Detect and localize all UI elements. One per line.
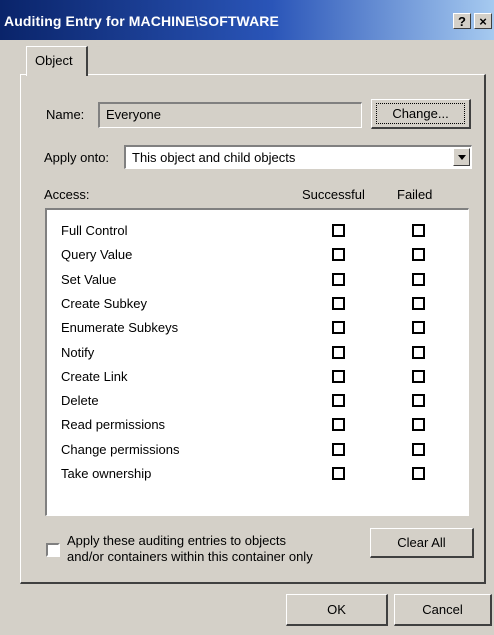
apply-to-children-checkbox[interactable] bbox=[46, 543, 60, 557]
change-button[interactable]: Change... bbox=[371, 99, 471, 129]
access-permission-label: Enumerate Subkeys bbox=[61, 320, 179, 336]
name-label: Name: bbox=[46, 107, 85, 122]
failed-checkbox[interactable] bbox=[412, 467, 425, 480]
access-row: Read permissions bbox=[47, 412, 467, 436]
successful-checkbox[interactable] bbox=[332, 418, 345, 432]
access-row: Delete bbox=[47, 388, 467, 412]
successful-checkbox[interactable] bbox=[332, 345, 345, 359]
access-row: Create Subkey bbox=[47, 291, 467, 315]
failed-checkbox[interactable] bbox=[412, 272, 425, 286]
close-icon[interactable]: × bbox=[474, 13, 492, 29]
access-permission-label: Set Value bbox=[61, 271, 117, 287]
tab-object-label: Object bbox=[35, 53, 73, 68]
cancel-button[interactable]: Cancel bbox=[394, 594, 492, 626]
successful-checkbox[interactable] bbox=[332, 369, 345, 383]
access-permission-label: Query Value bbox=[61, 247, 133, 263]
failed-column-header: Failed bbox=[397, 187, 433, 202]
access-row: Take ownership bbox=[47, 461, 467, 485]
failed-checkbox[interactable] bbox=[412, 394, 425, 408]
auditing-entry-dialog: Auditing Entry for MACHINE\SOFTWARE ? × … bbox=[0, 0, 494, 635]
successful-checkbox[interactable] bbox=[332, 442, 345, 456]
access-row: Set Value bbox=[47, 267, 467, 291]
successful-checkbox[interactable] bbox=[332, 296, 345, 310]
failed-checkbox[interactable] bbox=[412, 224, 425, 237]
access-label: Access: bbox=[44, 187, 90, 202]
successful-checkbox[interactable] bbox=[332, 272, 345, 286]
successful-checkbox[interactable] bbox=[332, 321, 345, 335]
failed-checkbox[interactable] bbox=[412, 369, 425, 383]
access-row: Change permissions bbox=[47, 437, 467, 461]
failed-checkbox[interactable] bbox=[412, 442, 425, 456]
access-permission-label: Read permissions bbox=[61, 417, 166, 433]
failed-checkbox[interactable] bbox=[412, 418, 425, 432]
ok-button[interactable]: OK bbox=[286, 594, 388, 626]
access-row: Notify bbox=[47, 340, 467, 364]
access-permission-label: Full Control bbox=[61, 223, 128, 238]
successful-checkbox[interactable] bbox=[332, 224, 345, 237]
access-row: Query Value bbox=[47, 242, 467, 266]
access-permission-label: Notify bbox=[61, 344, 95, 360]
access-permission-label: Create Link bbox=[61, 368, 128, 384]
successful-checkbox[interactable] bbox=[332, 394, 345, 408]
apply-checkbox-line2: and/or containers within this container … bbox=[67, 549, 313, 564]
apply-onto-label: Apply onto: bbox=[44, 150, 110, 165]
tab-object[interactable]: Object bbox=[26, 46, 88, 76]
chevron-down-icon[interactable] bbox=[453, 148, 470, 166]
window-title: Auditing Entry for MACHINE\SOFTWARE bbox=[4, 13, 279, 29]
help-icon[interactable]: ? bbox=[453, 13, 471, 29]
successful-checkbox[interactable] bbox=[332, 248, 345, 262]
access-permission-label: Delete bbox=[61, 393, 99, 409]
access-row: Create Link bbox=[47, 364, 467, 388]
access-permission-label: Take ownership bbox=[61, 466, 152, 481]
name-value: Everyone bbox=[106, 107, 161, 122]
access-row: Full Control bbox=[47, 218, 467, 242]
access-permission-label: Change permissions bbox=[61, 441, 180, 457]
apply-checkbox-line1: Apply these auditing entries to objects bbox=[67, 533, 286, 548]
access-list: Full Control Query Value Set Value Create S… bbox=[45, 208, 469, 516]
failed-checkbox[interactable] bbox=[412, 296, 425, 310]
failed-checkbox[interactable] bbox=[412, 248, 425, 262]
successful-checkbox[interactable] bbox=[332, 467, 345, 480]
apply-onto-value: This object and child objects bbox=[132, 150, 296, 165]
name-field: Everyone bbox=[98, 102, 362, 128]
change-button-label: Change... bbox=[376, 103, 465, 124]
title-bar[interactable]: Auditing Entry for MACHINE\SOFTWARE ? × bbox=[0, 0, 494, 40]
apply-onto-select[interactable]: This object and child objects bbox=[124, 145, 472, 169]
successful-column-header: Successful bbox=[302, 187, 365, 202]
failed-checkbox[interactable] bbox=[412, 345, 425, 359]
clear-all-button[interactable]: Clear All bbox=[370, 528, 474, 558]
access-permission-label: Create Subkey bbox=[61, 295, 147, 311]
access-row: Enumerate Subkeys bbox=[47, 315, 467, 339]
failed-checkbox[interactable] bbox=[412, 321, 425, 335]
